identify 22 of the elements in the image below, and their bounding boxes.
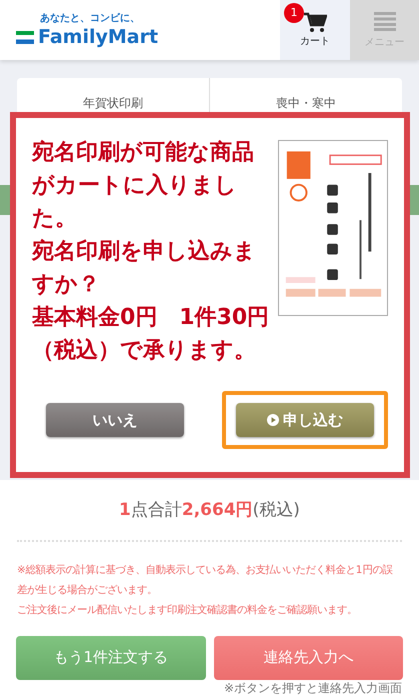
apply-button[interactable]: 申し込む <box>236 403 374 437</box>
contact-button[interactable]: 連絡先入力へ <box>214 636 403 680</box>
tab[interactable]: 年賀状印刷 <box>83 96 143 110</box>
dialog-message: 基本料金0円 1件30円（税込）で承ります。 <box>32 304 270 365</box>
tab[interactable]: 喪中・寒中 <box>276 96 336 110</box>
logo-icon <box>16 30 34 44</box>
cart-icon <box>303 12 327 34</box>
menu-icon <box>374 10 396 30</box>
play-icon <box>267 414 279 426</box>
dialog-message: 宛名印刷が可能な商品がカートに入りました。 <box>32 138 255 233</box>
no-button[interactable]: いいえ <box>46 403 184 437</box>
order-total: 1点合計2,664円(税込) <box>118 499 301 522</box>
note-text: ※総額表示の計算に基づき、自動表示している為、お支払いいただく料金と1円の誤差が生じる場合がございます。 <box>17 562 394 598</box>
cart-label: カート <box>300 34 330 48</box>
logo[interactable]: FamilyMart <box>38 28 158 46</box>
cart-button[interactable]: カート 1 <box>280 0 350 60</box>
tagline: あなたと、コンビに、 <box>40 14 141 24</box>
order-another-button[interactable]: もう1件注文する <box>16 636 206 680</box>
note-text: ご注文後にメール配信いたします印刷注文確認書の料金をご確認願います。 <box>17 602 358 618</box>
footnote: ※ボタンを押すと連絡先入力画面 <box>222 680 403 696</box>
cart-count: 1 <box>284 3 304 23</box>
dialog-message: 宛名印刷を申し込みますか？ <box>32 238 257 299</box>
